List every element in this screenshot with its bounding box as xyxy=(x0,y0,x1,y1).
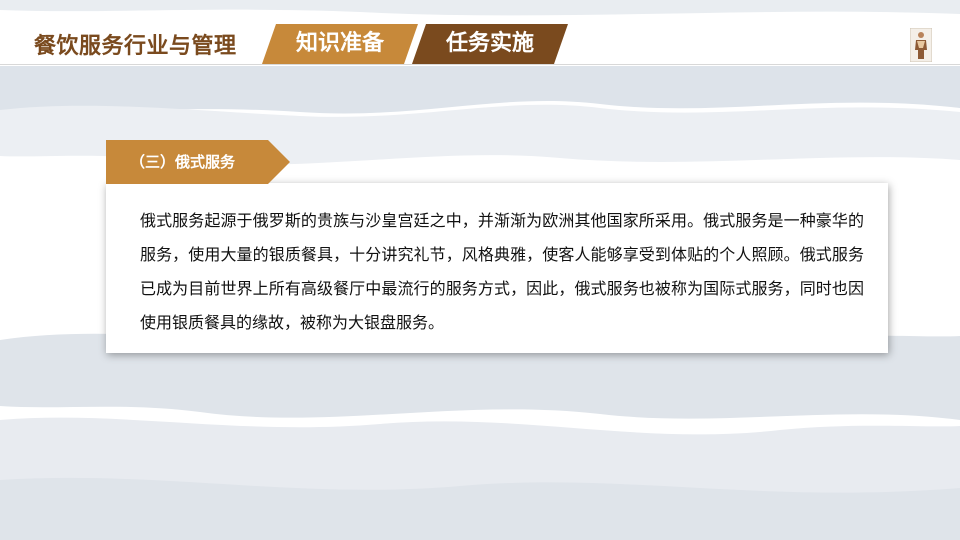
tab-knowledge-preparation[interactable]: 知识准备 xyxy=(262,24,418,64)
tab-task-implementation[interactable]: 任务实施 xyxy=(412,24,568,64)
header-bar: 餐饮服务行业与管理 知识准备 任务实施 xyxy=(0,24,960,64)
figure-logo-icon xyxy=(910,28,932,62)
header-divider xyxy=(0,64,960,65)
section-paragraph: 俄式服务起源于俄罗斯的贵族与沙皇宫廷之中，并渐渐为欧洲其他国家所采用。俄式服务是… xyxy=(140,211,864,332)
course-title: 餐饮服务行业与管理 xyxy=(34,34,237,59)
section-title-tag: （三）俄式服务 xyxy=(106,140,290,184)
